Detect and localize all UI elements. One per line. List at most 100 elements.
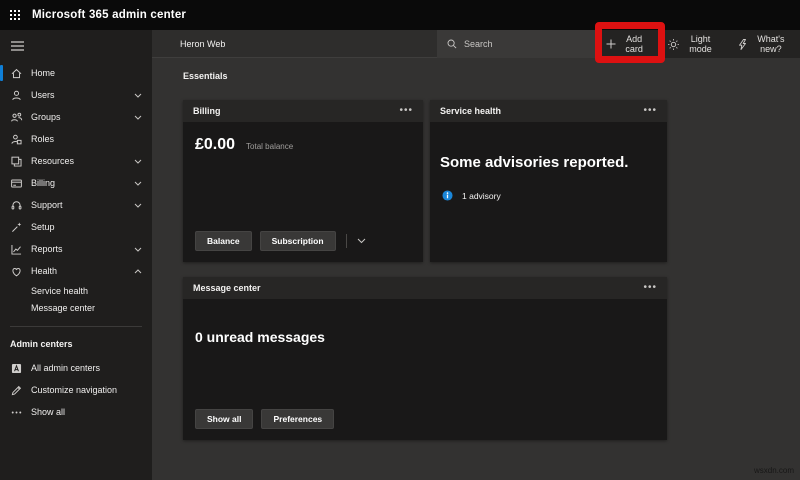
hamburger-icon [10,41,24,51]
more-icon[interactable]: ••• [643,283,657,293]
sidebar-item-label: Users [31,90,55,100]
resources-icon [10,155,23,168]
sidebar-item-all-admin-centers[interactable]: All admin centers [0,357,152,379]
reports-icon [10,243,23,256]
advisory-row[interactable]: 1 advisory [442,190,501,201]
toolbar-actions: Add card Light mode What's new? [595,30,800,58]
waffle-icon [10,10,20,20]
app-launcher-button[interactable] [0,0,30,30]
info-icon [442,190,453,201]
balance-caption: Total balance [246,142,294,151]
sidebar-item-roles[interactable]: Roles [0,128,152,150]
sidebar-item-label: All admin centers [31,363,101,373]
show-all-button[interactable]: Show all [195,409,254,429]
search-input[interactable]: Search [437,30,595,58]
sidebar-item-health[interactable]: Health [0,260,152,282]
collapse-nav-button[interactable] [2,34,32,58]
admin-centers-icon [10,362,23,375]
chevron-down-icon [134,181,142,186]
groups-icon [10,111,23,124]
top-bar: Microsoft 365 admin center [0,0,800,30]
balance-button[interactable]: Balance [195,231,252,251]
subscription-button[interactable]: Subscription [259,231,336,251]
sidebar-item-show-all[interactable]: Show all [0,401,152,423]
more-icon[interactable]: ••• [643,106,657,116]
chevron-down-icon [134,203,142,208]
sidebar-item-setup[interactable]: Setup [0,216,152,238]
search-icon [447,39,457,49]
light-mode-button[interactable]: Light mode [657,30,727,58]
billing-card-footer: Balance Subscription [195,231,370,251]
more-icon[interactable]: ••• [399,106,413,116]
tenant-name: Heron Web [180,39,226,49]
plus-icon [606,39,616,49]
users-icon [10,89,23,102]
app-window: Microsoft 365 admin center Home Users Gr… [0,0,800,480]
essentials-heading: Essentials [183,71,228,81]
whats-new-button[interactable]: What's new? [727,30,800,58]
sidebar-item-billing[interactable]: Billing [0,172,152,194]
watermark: wsxdn.com [753,466,794,475]
preferences-button[interactable]: Preferences [261,409,335,429]
billing-icon [10,177,23,190]
app-title: Microsoft 365 admin center [32,9,187,21]
whats-new-label: What's new? [757,34,785,54]
admin-centers-heading: Admin centers [10,339,73,349]
search-placeholder: Search [464,39,493,49]
billing-card-body: £0.00 Total balance Balance Subscription [183,122,423,262]
sidebar-item-label: Show all [31,407,66,417]
roles-icon [10,133,23,146]
sidebar-item-label: Groups [31,112,61,122]
pencil-icon [10,384,23,397]
sidebar-item-home[interactable]: Home [0,62,152,84]
ellipsis-icon [10,406,23,419]
sidebar-item-resources[interactable]: Resources [0,150,152,172]
home-icon [10,67,23,80]
chevron-down-icon [134,93,142,98]
sidebar-item-label: Setup [31,222,55,232]
sidebar-item-label: Service health [31,285,89,296]
service-health-card-body: Some advisories reported. 1 advisory [430,122,667,262]
sidebar-item-label: Home [31,68,56,78]
support-icon [10,199,23,212]
add-card-button[interactable]: Add card [595,30,657,58]
sidebar-item-label: Health [31,266,58,276]
message-center-card-body: 0 unread messages Show all Preferences [183,299,667,440]
sidebar-item-label: Customize navigation [31,385,118,395]
active-indicator [0,65,3,81]
balance-amount: £0.00 [195,136,236,153]
service-health-headline: Some advisories reported. [440,154,629,171]
service-health-card-header: Service health ••• [430,100,667,122]
sidebar-item-label: Support [31,200,63,210]
health-icon [10,265,23,278]
sun-icon [668,38,680,50]
card-title: Message center [193,283,261,293]
sidebar-item-message-center[interactable]: Message center [0,299,152,316]
sidebar-item-label: Resources [31,156,75,166]
lightning-icon [738,38,747,50]
chevron-up-icon [134,268,142,274]
sidebar-item-groups[interactable]: Groups [0,106,152,128]
chevron-down-icon [134,115,142,120]
sidebar-item-customize-navigation[interactable]: Customize navigation [0,379,152,401]
card-title: Billing [193,106,221,116]
message-center-footer: Show all Preferences [195,409,342,429]
sidebar-item-service-health[interactable]: Service health [0,282,152,299]
light-mode-label: Light mode [689,34,712,54]
sidebar-item-label: Roles [31,134,55,144]
sidebar-item-label: Message center [31,302,96,313]
billing-card-header: Billing ••• [183,100,423,122]
sidebar-item-label: Billing [31,178,56,188]
more-actions-chevron-icon[interactable] [353,236,370,246]
chevron-down-icon [134,247,142,252]
billing-card: Billing ••• £0.00 Total balance Balance … [183,100,423,262]
setup-icon [10,221,23,234]
add-card-label: Add card [625,34,643,54]
sidebar-item-reports[interactable]: Reports [0,238,152,260]
chevron-down-icon [134,159,142,164]
message-center-card-header: Message center ••• [183,277,667,299]
sidebar-item-users[interactable]: Users [0,84,152,106]
dashboard-toolbar: Heron Web Search Add card Light mode Wha… [152,30,800,58]
advisory-count: 1 advisory [462,190,501,201]
sidebar-item-support[interactable]: Support [0,194,152,216]
